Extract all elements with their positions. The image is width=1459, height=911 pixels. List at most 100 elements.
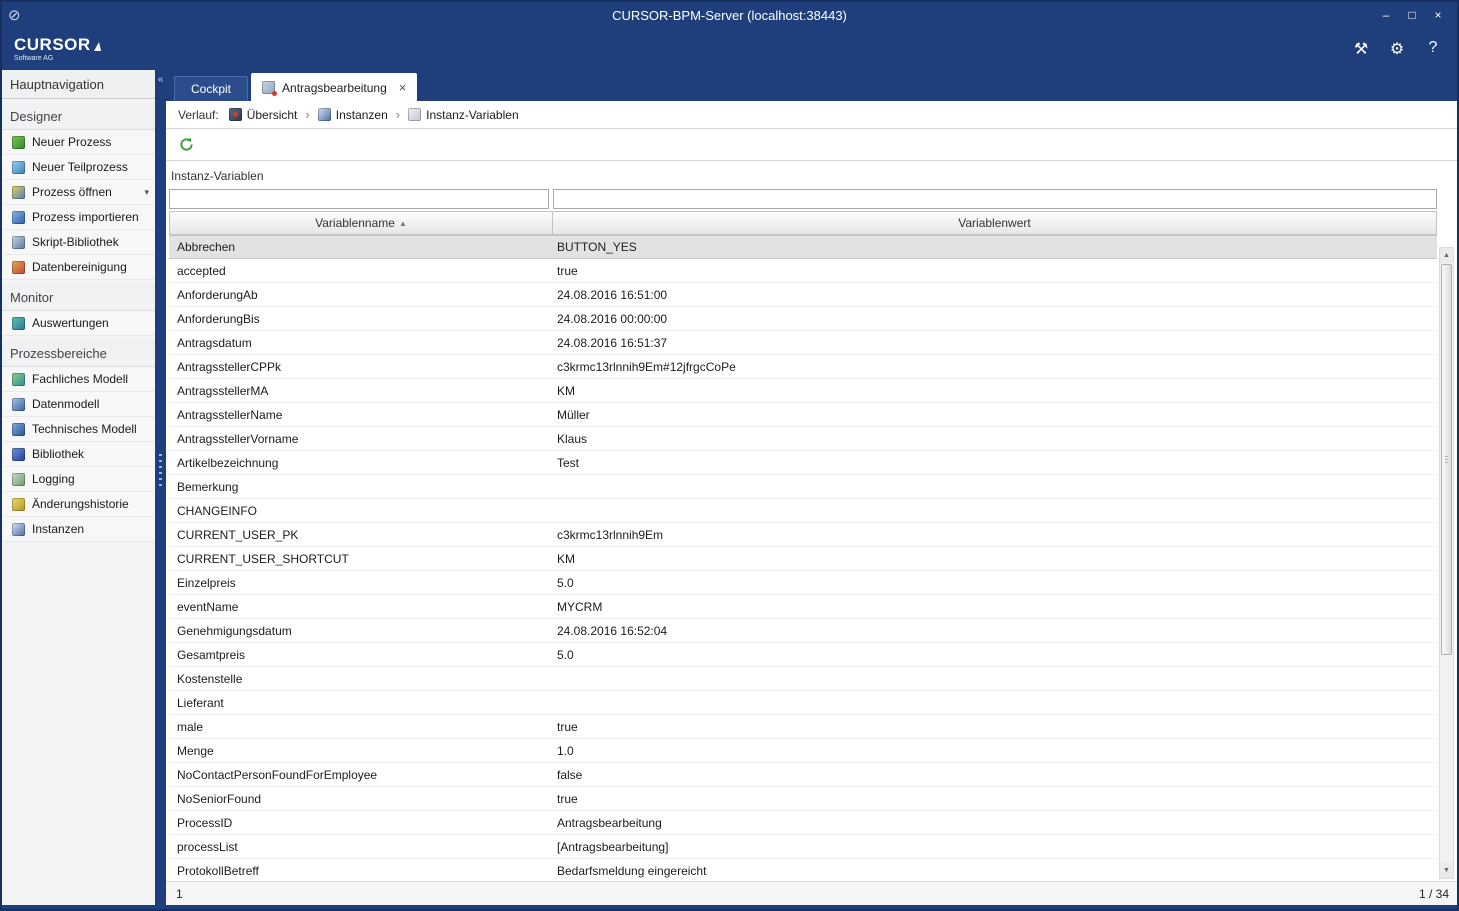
sidebar-item-prozess-ffnen[interactable]: Prozess öffnen▾: [2, 180, 155, 205]
sidebar-item-auswertungen[interactable]: Auswertungen: [2, 311, 155, 336]
new-process-icon: [12, 136, 25, 149]
app-window: ⊘ CURSOR-BPM-Server (localhost:38443) – …: [0, 0, 1459, 911]
breadcrumb-label: Verlauf:: [178, 108, 219, 122]
table-row[interactable]: maletrue: [169, 715, 1437, 739]
variable-name-cell: Menge: [169, 739, 552, 762]
table-row[interactable]: CURRENT_USER_SHORTCUTKM: [169, 547, 1437, 571]
table-row[interactable]: AntragsstellerCPPkc3krmc13rlnnih9Em#12jf…: [169, 355, 1437, 379]
table-row[interactable]: Menge1.0: [169, 739, 1437, 763]
process-tab-icon: [262, 81, 275, 94]
table-row[interactable]: Einzelpreis5.0: [169, 571, 1437, 595]
column-header-variablenwert[interactable]: Variablenwert: [553, 212, 1436, 234]
maximize-button[interactable]: □: [1401, 6, 1423, 24]
scroll-up-icon[interactable]: ▲: [1440, 248, 1453, 263]
variable-name-cell: Antragsdatum: [169, 331, 552, 354]
script-library-icon: [12, 236, 25, 249]
sidebar-item-technisches-modell[interactable]: Technisches Modell: [2, 417, 155, 442]
table-row[interactable]: AnforderungAb24.08.2016 16:51:00: [169, 283, 1437, 307]
brand-subtitle: Software AG: [14, 55, 101, 62]
table-row[interactable]: CHANGEINFO: [169, 499, 1437, 523]
variable-value-cell: true: [552, 715, 1437, 738]
tab-antragsbearbeitung[interactable]: Antragsbearbeitung ×: [251, 73, 417, 101]
table-container: Instanz-Variablen Variablenname ▲ Variab…: [166, 161, 1457, 881]
sidebar-item-label: Skript-Bibliothek: [32, 235, 119, 249]
help-icon[interactable]: ?: [1423, 39, 1443, 59]
table-row[interactable]: processList[Antragsbearbeitung]: [169, 835, 1437, 859]
sidebar-section-title: Monitor: [2, 284, 155, 311]
variable-name-cell: AnforderungBis: [169, 307, 552, 330]
data-cleanup-icon: [12, 261, 25, 274]
variables-table-body: AbbrechenBUTTON_YESacceptedtrueAnforderu…: [169, 235, 1437, 881]
table-row[interactable]: Genehmigungsdatum24.08.2016 16:52:04: [169, 619, 1437, 643]
dropdown-arrow-icon[interactable]: ▾: [144, 187, 149, 198]
app-header: CURSOR Software AG ⚒ ⚙ ?: [2, 28, 1457, 70]
sidebar-item-label: Technisches Modell: [32, 422, 137, 436]
minimize-button[interactable]: –: [1375, 6, 1397, 24]
breadcrumb-item-instanz-variablen[interactable]: Instanz-Variablen: [408, 108, 519, 122]
table-row[interactable]: AbbrechenBUTTON_YES: [169, 235, 1437, 259]
breadcrumb-item-instanzen[interactable]: Instanzen: [318, 108, 388, 122]
variable-name-cell: AntragsstellerName: [169, 403, 552, 426]
table-row[interactable]: AntragsstellerMAKM: [169, 379, 1437, 403]
variable-value-cell: MYCRM: [552, 595, 1437, 618]
close-button[interactable]: ×: [1427, 6, 1449, 24]
sidebar-item-datenmodell[interactable]: Datenmodell: [2, 392, 155, 417]
variable-value-cell: 24.08.2016 16:52:04: [552, 619, 1437, 642]
variablenname-filter-input[interactable]: [169, 189, 549, 209]
chevron-right-icon: ›: [305, 107, 309, 122]
collapse-sidebar-icon[interactable]: «: [155, 74, 166, 85]
table-row[interactable]: ProcessIDAntragsbearbeitung: [169, 811, 1437, 835]
scroll-down-icon[interactable]: ▼: [1440, 863, 1453, 878]
title-bar: ⊘ CURSOR-BPM-Server (localhost:38443) – …: [2, 2, 1457, 28]
table-row[interactable]: acceptedtrue: [169, 259, 1437, 283]
sidebar-item-bibliothek[interactable]: Bibliothek: [2, 442, 155, 467]
splitter-grip-icon[interactable]: [159, 454, 162, 488]
table-row[interactable]: AnforderungBis24.08.2016 00:00:00: [169, 307, 1437, 331]
sidebar-item-neuer-prozess[interactable]: Neuer Prozess: [2, 130, 155, 155]
sidebar-item-instanzen[interactable]: Instanzen: [2, 517, 155, 542]
sidebar-item-nderungshistorie[interactable]: Änderungshistorie: [2, 492, 155, 517]
table-row[interactable]: NoSeniorFoundtrue: [169, 787, 1437, 811]
window-body: Hauptnavigation DesignerNeuer ProzessNeu…: [2, 70, 1457, 905]
table-header: Variablenname ▲ Variablenwert: [169, 211, 1437, 235]
sidebar-splitter[interactable]: «: [155, 70, 166, 905]
table-row[interactable]: Lieferant: [169, 691, 1437, 715]
scrollbar-thumb[interactable]: [1441, 264, 1452, 655]
table-row[interactable]: Gesamtpreis5.0: [169, 643, 1437, 667]
sidebar-item-fachliches-modell[interactable]: Fachliches Modell: [2, 367, 155, 392]
table-row[interactable]: Antragsdatum24.08.2016 16:51:37: [169, 331, 1437, 355]
refresh-button[interactable]: [176, 135, 196, 155]
table-row[interactable]: Kostenstelle: [169, 667, 1437, 691]
table-row[interactable]: eventNameMYCRM: [169, 595, 1437, 619]
table-row[interactable]: NoContactPersonFoundForEmployeefalse: [169, 763, 1437, 787]
variable-name-cell: Abbrechen: [169, 236, 552, 258]
vertical-scrollbar[interactable]: ▲ ▼: [1439, 247, 1454, 879]
variablenwert-filter-input[interactable]: [553, 189, 1437, 209]
table-row[interactable]: AntragsstellerNameMüller: [169, 403, 1437, 427]
table-row[interactable]: Bemerkung: [169, 475, 1437, 499]
table-row[interactable]: ProtokollBetreffBedarfsmeldung eingereic…: [169, 859, 1437, 881]
variable-value-cell: [552, 667, 1437, 690]
sidebar-item-skript-bibliothek[interactable]: Skript-Bibliothek: [2, 230, 155, 255]
sidebar-item-neuer-teilprozess[interactable]: Neuer Teilprozess: [2, 155, 155, 180]
breadcrumb-item-uebersicht[interactable]: Übersicht: [229, 108, 298, 122]
table-row[interactable]: ArtikelbezeichnungTest: [169, 451, 1437, 475]
sidebar-item-logging[interactable]: Logging: [2, 467, 155, 492]
variable-name-cell: CURRENT_USER_PK: [169, 523, 552, 546]
data-model-icon: [12, 398, 25, 411]
column-header-variablenname[interactable]: Variablenname ▲: [170, 212, 553, 234]
tools-icon[interactable]: ⚒: [1351, 39, 1371, 59]
variable-value-cell: Bedarfsmeldung eingereicht: [552, 859, 1437, 881]
table-row[interactable]: CURRENT_USER_PKc3krmc13rlnnih9Em: [169, 523, 1437, 547]
table-row[interactable]: AntragsstellerVornameKlaus: [169, 427, 1437, 451]
close-tab-icon[interactable]: ×: [399, 80, 407, 95]
variable-name-cell: NoContactPersonFoundForEmployee: [169, 763, 552, 786]
column-label: Variablenname: [315, 216, 395, 230]
sidebar-item-prozess-importieren[interactable]: Prozess importieren: [2, 205, 155, 230]
deploy-icon[interactable]: ⚙: [1387, 39, 1407, 59]
sidebar-item-datenbereinigung[interactable]: Datenbereinigung: [2, 255, 155, 280]
tab-label: Antragsbearbeitung: [282, 81, 387, 95]
variable-value-cell: KM: [552, 379, 1437, 402]
tab-cockpit[interactable]: Cockpit: [174, 76, 248, 101]
logging-icon: [12, 473, 25, 486]
